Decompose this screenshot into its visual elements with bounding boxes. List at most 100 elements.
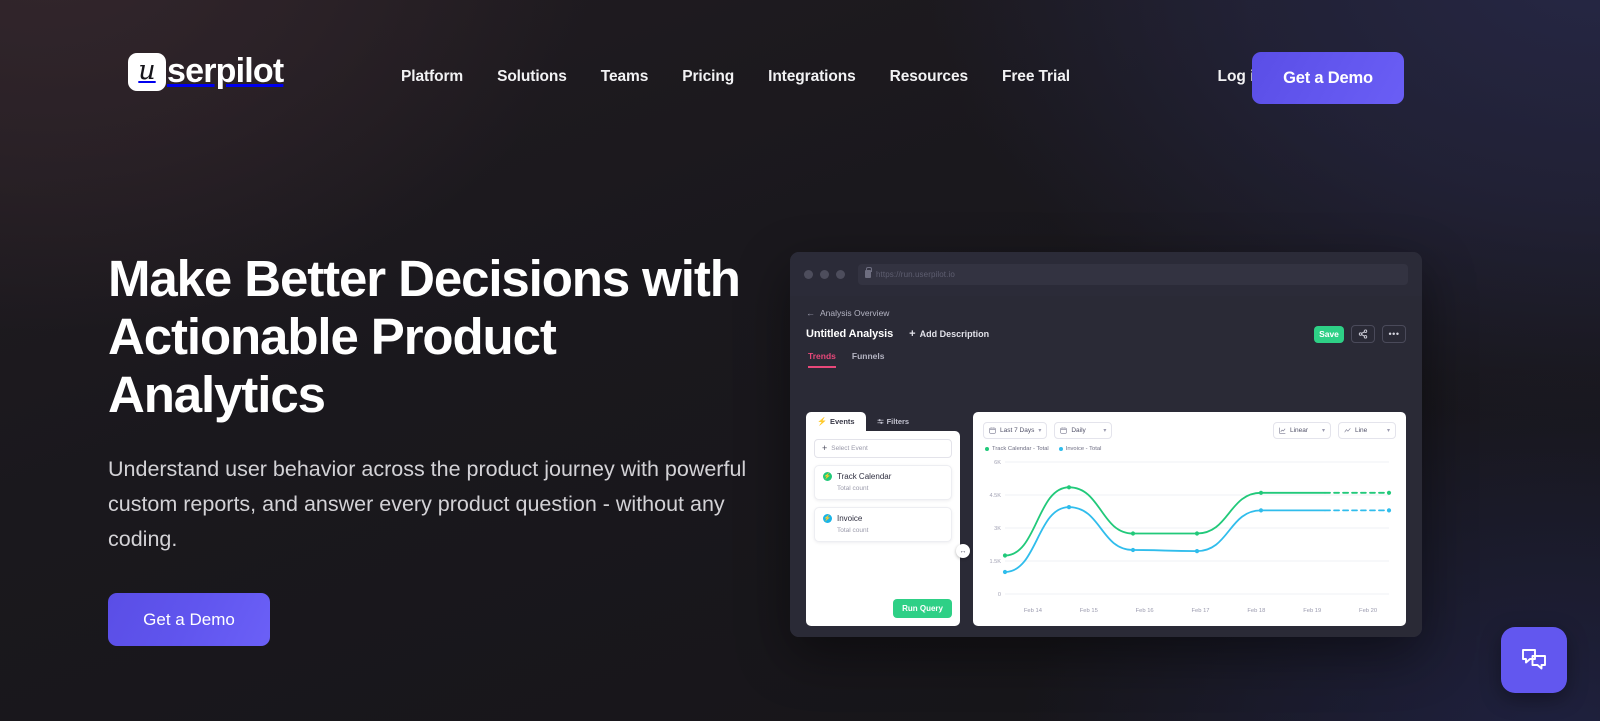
chart-data-point [1258, 490, 1264, 495]
granularity-dropdown[interactable]: Daily ▾ [1054, 422, 1113, 439]
tab-funnels[interactable]: Funnels [852, 351, 885, 368]
share-icon [1358, 329, 1368, 339]
minimize-icon [820, 269, 829, 279]
share-button[interactable] [1351, 325, 1375, 343]
chart-data-point [1258, 508, 1264, 513]
scale-value: Linear [1290, 427, 1309, 434]
nav-link-integrations[interactable]: Integrations [751, 68, 873, 86]
breadcrumb[interactable]: ← Analysis Overview [806, 308, 1406, 318]
event-metric: Total count [837, 485, 869, 492]
chart-data-point [1386, 490, 1392, 495]
axis-icon [1279, 427, 1286, 434]
event-name: Track Calendar [837, 472, 892, 481]
chart-x-tick-label: Feb 16 [1135, 608, 1154, 614]
event-card-header: ⚡ Track Calendar [823, 472, 943, 481]
nav-link-free-trial[interactable]: Free Trial [985, 68, 1087, 86]
date-range-dropdown[interactable]: Last 7 Days ▾ [983, 422, 1048, 439]
panel-tab-filters-label: Filters [886, 417, 910, 426]
chart-svg: 0 1.5K 3K 4.5K 6K [989, 460, 1392, 598]
panel-resize-handle[interactable]: ↔ [956, 544, 970, 558]
window-controls [804, 269, 845, 279]
chart-y-tick-label: 1.5K [989, 559, 1001, 565]
chart-x-tick-label: Feb 18 [1247, 608, 1266, 614]
granularity-value: Daily [1071, 427, 1086, 434]
analytics-app: ← Analysis Overview Untitled Analysis + … [790, 296, 1422, 637]
primary-navigation: Platform Solutions Teams Pricing Integra… [384, 68, 1087, 86]
nav-link-pricing[interactable]: Pricing [665, 68, 751, 86]
event-card[interactable]: ⚡ Invoice Total count [814, 507, 952, 542]
chart-type-dropdown[interactable]: Line ▾ [1338, 422, 1396, 439]
header-get-a-demo-button[interactable]: Get a Demo [1252, 52, 1404, 104]
plus-icon: + [909, 327, 916, 340]
events-panel: ⚡ Events Filters + Select Event ⚡ Track … [806, 412, 960, 626]
logo-wordmark: serpilot [167, 52, 284, 90]
chevron-down-icon: ▾ [1103, 428, 1107, 434]
tab-trends[interactable]: Trends [808, 351, 836, 368]
chevron-down-icon: ▾ [1321, 428, 1325, 434]
save-button[interactable]: Save [1314, 325, 1344, 343]
legend-swatch-icon [1058, 447, 1063, 451]
chart-data-point [1002, 569, 1008, 575]
back-arrow-icon: ← [806, 307, 815, 318]
nav-link-resources[interactable]: Resources [873, 68, 985, 86]
event-type-icon: ⚡ [823, 472, 832, 481]
chat-widget-button[interactable] [1501, 627, 1567, 693]
chart-series-line [1004, 506, 1326, 573]
ellipsis-icon: ••• [1388, 328, 1400, 339]
hero-get-a-demo-button[interactable]: Get a Demo [108, 593, 270, 646]
nav-link-platform[interactable]: Platform [384, 68, 480, 86]
event-card[interactable]: ⚡ Track Calendar Total count [814, 465, 952, 500]
calendar-icon [989, 427, 996, 434]
more-options-button[interactable]: ••• [1382, 325, 1406, 343]
legend-label: Track Calendar - Total [992, 446, 1049, 452]
chat-bubbles-icon [1522, 649, 1546, 670]
scale-dropdown[interactable]: Linear ▾ [1273, 422, 1331, 439]
breadcrumb-label: Analysis Overview [820, 308, 890, 318]
product-screenshot-mockup: https://run.userpilot.io ← Analysis Over… [790, 252, 1422, 637]
chart-data-point [1194, 549, 1200, 554]
panel-tab-events[interactable]: ⚡ Events [806, 412, 866, 431]
event-metric: Total count [837, 527, 869, 534]
chart-data-point [1386, 508, 1392, 513]
chart-y-tick-label: 0 [998, 592, 1001, 598]
chart-x-tick-label: Feb 19 [1303, 608, 1322, 614]
select-event-label: Select Event [831, 445, 868, 452]
analysis-workspace: ⚡ Events Filters + Select Event ⚡ Track … [806, 412, 1406, 626]
analysis-title[interactable]: Untitled Analysis [806, 328, 893, 340]
chart-x-tick-label: Feb 14 [1023, 608, 1042, 614]
address-bar-url: https://run.userpilot.io [876, 269, 955, 279]
panel-tab-events-label: Events [829, 417, 855, 426]
events-list: + Select Event ⚡ Track Calendar Total co… [806, 431, 960, 626]
event-name: Invoice [837, 514, 863, 523]
panel-tab-filters[interactable]: Filters [866, 412, 921, 431]
chart-data-point [1130, 531, 1136, 536]
calendar-icon [1060, 427, 1067, 434]
add-description-button[interactable]: + Add Description [909, 327, 990, 340]
lock-icon [865, 267, 872, 278]
nav-link-solutions[interactable]: Solutions [480, 68, 584, 86]
chart-type-value: Line [1355, 427, 1368, 434]
add-description-label: Add Description [919, 329, 990, 339]
chart-data-point [1194, 531, 1200, 536]
app-toolbar: ← Analysis Overview Untitled Analysis + … [790, 296, 1422, 368]
chart-x-tick-label: Feb 20 [1359, 608, 1378, 614]
browser-chrome: https://run.userpilot.io [790, 252, 1422, 296]
nav-link-teams[interactable]: Teams [584, 68, 665, 86]
chart-y-tick-label: 4.5K [989, 493, 1001, 499]
line-chart: 0 1.5K 3K 4.5K 6K [983, 456, 1396, 606]
chart-controls: Last 7 Days ▾ Daily ▾ Linear ▾ Line ▾ [983, 422, 1396, 439]
line-chart-icon [1344, 427, 1351, 434]
chart-legend: Track Calendar - Total Invoice - Total [983, 446, 1396, 452]
address-bar[interactable]: https://run.userpilot.io [858, 263, 1408, 285]
analysis-actions: Save ••• [1314, 325, 1406, 343]
chart-data-point [1130, 547, 1136, 553]
select-event-button[interactable]: + Select Event [814, 439, 952, 458]
event-type-icon: ⚡ [823, 514, 832, 523]
date-range-value: Last 7 Days [1000, 427, 1035, 434]
logo[interactable]: u serpilot [128, 52, 284, 91]
chart-x-axis-labels: Feb 14 Feb 15 Feb 16 Feb 17 Feb 18 Feb 19 Feb … [1005, 608, 1396, 614]
analysis-tabs: Trends Funnels [806, 351, 1406, 368]
legend-item[interactable]: Invoice - Total [1058, 446, 1101, 452]
run-query-button[interactable]: Run Query [893, 599, 952, 618]
legend-item[interactable]: Track Calendar - Total [985, 446, 1049, 452]
